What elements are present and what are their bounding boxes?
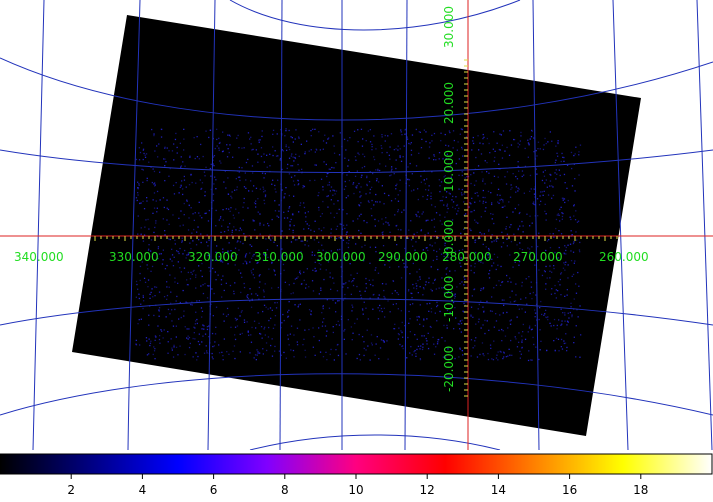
lon-label: 270.000 (513, 250, 563, 264)
lon-label: 320.000 (188, 250, 238, 264)
longitude-labels: 340.000 330.000 320.000 310.000 300.000 … (14, 250, 649, 264)
colorbar-tick-label: 2 (67, 483, 75, 497)
lon-label: 340.000 (14, 250, 64, 264)
colorbar-tick-label: 12 (420, 483, 435, 497)
colorbar-tick-label: 14 (491, 483, 506, 497)
colorbar-tick-label: 8 (281, 483, 289, 497)
lon-label: 310.000 (254, 250, 304, 264)
lon-label: 260.000 (599, 250, 649, 264)
lon-label: 300.000 (316, 250, 366, 264)
colorbar-ticks: 2 4 6 8 10 12 14 16 18 (67, 474, 648, 497)
lon-label: 290.000 (378, 250, 428, 264)
colorbar-gradient[interactable] (0, 453, 713, 475)
lat-label: -20.000 (442, 346, 456, 392)
colorbar[interactable]: 2 4 6 8 10 12 14 16 18 (0, 452, 713, 498)
lat-label: 0.000 (442, 220, 456, 254)
lat-label: 10.000 (442, 150, 456, 192)
lat-label: 30.000 (442, 6, 456, 48)
colorbar-tick-label: 10 (348, 483, 363, 497)
lon-label: 330.000 (109, 250, 159, 264)
colorbar-tick-label: 4 (139, 483, 147, 497)
lat-label: -10.000 (442, 276, 456, 322)
image-canvas[interactable]: 340.000 330.000 320.000 310.000 300.000 … (0, 0, 713, 450)
colorbar-tick-label: 16 (562, 483, 577, 497)
lat-label: 20.000 (442, 82, 456, 124)
colorbar-tick-label: 6 (210, 483, 218, 497)
colorbar-tick-label: 18 (633, 483, 648, 497)
